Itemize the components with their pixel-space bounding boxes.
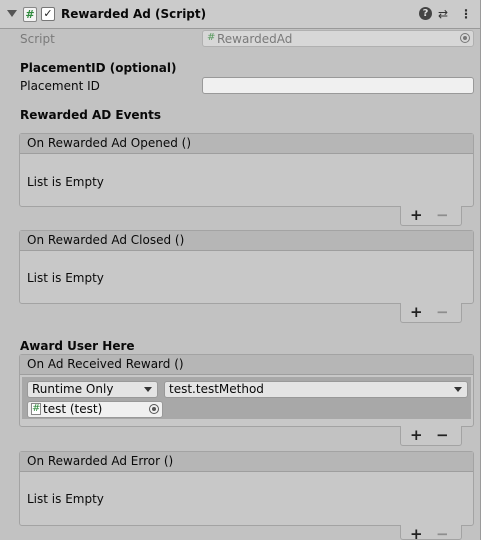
- empty-list-text: List is Empty: [27, 492, 104, 506]
- target-object-field[interactable]: # test (test): [27, 401, 163, 418]
- event-header-error: On Rewarded Ad Error (): [20, 452, 473, 472]
- event-on-ad-received-reward: On Ad Received Reward () Runtime Only te…: [19, 354, 474, 427]
- inspector-panel: # ✓ Rewarded Ad (Script) ? ⇄ ⋮ Script # …: [0, 0, 481, 540]
- component-title: Rewarded Ad (Script): [61, 7, 207, 21]
- empty-list-text: List is Empty: [27, 175, 104, 189]
- empty-list-text: List is Empty: [27, 271, 104, 285]
- add-listener-button[interactable]: +: [410, 526, 423, 540]
- add-listener-button[interactable]: +: [410, 207, 423, 223]
- event-header-received: On Ad Received Reward (): [20, 355, 473, 375]
- target-object-value: test (test): [43, 402, 103, 416]
- object-picker-icon: [460, 33, 470, 43]
- remove-listener-button[interactable]: −: [436, 526, 449, 540]
- event-list-controls-received: + −: [400, 426, 462, 446]
- runtime-mode-value: Runtime Only: [32, 382, 114, 396]
- script-icon: #: [23, 7, 37, 22]
- component-enabled-checkbox[interactable]: ✓: [41, 7, 55, 21]
- script-hash-icon: #: [207, 32, 216, 43]
- foldout-arrow-icon[interactable]: [7, 10, 17, 17]
- function-dropdown[interactable]: test.testMethod: [164, 381, 468, 398]
- chevron-down-icon: [144, 387, 152, 392]
- event-list-controls-error: + −: [400, 525, 462, 540]
- presets-icon[interactable]: ⇄: [438, 7, 448, 21]
- placement-section-title: PlacementID (optional): [20, 61, 177, 75]
- placement-id-label: Placement ID: [20, 79, 100, 93]
- award-section-title: Award User Here: [20, 339, 135, 353]
- event-header-opened: On Rewarded Ad Opened (): [20, 134, 473, 154]
- remove-listener-button[interactable]: −: [436, 304, 449, 320]
- add-listener-button[interactable]: +: [410, 304, 423, 320]
- script-label: Script: [20, 32, 55, 46]
- events-section-title: Rewarded AD Events: [20, 108, 161, 122]
- event-on-rewarded-ad-closed: On Rewarded Ad Closed () List is Empty: [19, 230, 474, 304]
- remove-listener-button[interactable]: −: [436, 207, 449, 223]
- runtime-mode-dropdown[interactable]: Runtime Only: [27, 381, 158, 398]
- listener-row: Runtime Only test.testMethod # test (tes…: [22, 377, 471, 419]
- context-menu-icon[interactable]: ⋮: [460, 7, 472, 21]
- event-list-controls-opened: + −: [400, 206, 462, 226]
- function-value: test.testMethod: [169, 382, 264, 396]
- script-field-value: RewardedAd: [217, 32, 293, 46]
- chevron-down-icon: [454, 387, 462, 392]
- component-header: # ✓ Rewarded Ad (Script) ? ⇄ ⋮: [0, 0, 480, 29]
- object-picker-icon[interactable]: [149, 404, 159, 414]
- help-icon[interactable]: ?: [419, 7, 432, 20]
- remove-listener-button[interactable]: −: [436, 427, 449, 443]
- placement-id-input[interactable]: [202, 77, 474, 94]
- event-header-closed: On Rewarded Ad Closed (): [20, 231, 473, 251]
- add-listener-button[interactable]: +: [410, 427, 423, 443]
- script-icon: #: [31, 403, 41, 415]
- event-on-rewarded-ad-opened: On Rewarded Ad Opened () List is Empty: [19, 133, 474, 207]
- event-on-rewarded-ad-error: On Rewarded Ad Error () List is Empty: [19, 451, 474, 526]
- script-field: # RewardedAd: [202, 30, 474, 47]
- event-list-controls-closed: + −: [400, 303, 462, 323]
